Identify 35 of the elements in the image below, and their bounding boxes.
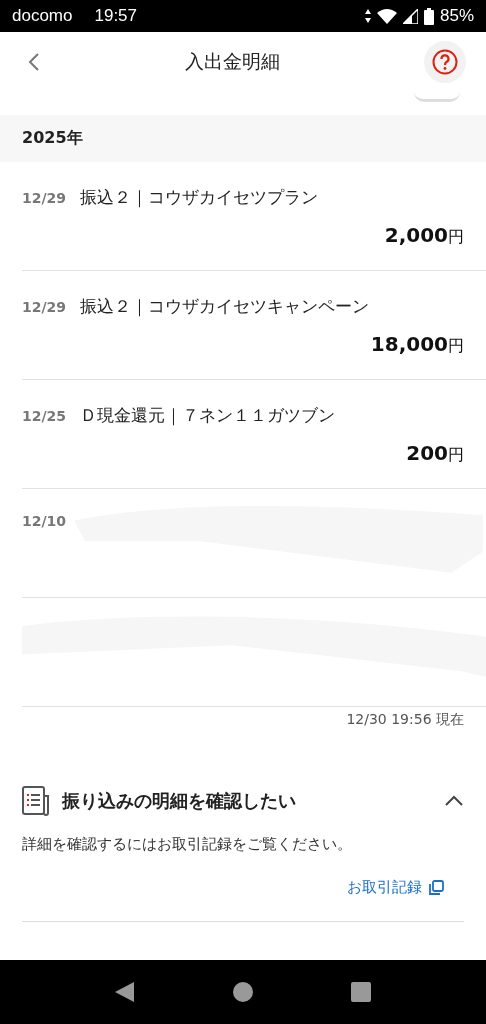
transaction-row[interactable]: 12/29 振込２｜コウザカイセツキャンペーン 18,000円 [22,271,486,380]
document-list-icon [22,786,50,816]
transaction-date: 12/29 [22,190,68,206]
transaction-amount: 2,000円 [384,223,464,247]
transaction-record-link[interactable]: お取引記録 [22,878,464,897]
transaction-description: Ｄ現金還元｜７ネン１１ガツブン [80,404,335,427]
signal-icon [402,8,418,24]
carrier-name: docomo [12,6,73,26]
wifi-icon [376,8,397,24]
timestamp: 12/30 19:56 現在 [345,710,465,729]
home-icon[interactable] [233,982,253,1002]
transaction-row[interactable]: 12/25 Ｄ現金還元｜７ネン１１ガツブン 200円 [22,380,486,489]
transaction-date: 12/10 [22,513,68,529]
chevron-icon[interactable] [444,795,464,807]
help-button[interactable] [424,41,466,83]
page-title: 入出金明細 [183,49,281,74]
transaction-date: 12/25 [22,408,68,424]
data-arrows-icon [364,9,371,23]
clock-time: 19:57 [94,6,138,26]
transaction-row[interactable]: 12/10 [22,489,486,598]
faq-answer: 詳細を確認するにはお取引記録をご覧ください。 [22,835,353,854]
transaction-amount: 200円 [406,441,464,465]
question-icon [432,49,458,75]
copy-icon [428,879,444,896]
year-header: 2025年 [0,115,486,162]
transaction-description: 振込２｜コウザカイセツプラン [80,186,318,209]
transaction-description: 振込２｜コウザカイセツキャンペーン [80,295,369,318]
transaction-amount: 18,000円 [370,332,464,356]
battery-icon [423,7,434,25]
faq-question: 振り込みの明細を確認したい [62,789,297,813]
transaction-row[interactable]: 12/29 振込２｜コウザカイセツプラン 2,000円 [22,162,486,271]
back-icon[interactable] [115,982,135,1002]
transaction-date: 12/29 [22,299,68,315]
back-icon[interactable] [28,52,40,72]
battery-level: 85% [439,6,474,26]
